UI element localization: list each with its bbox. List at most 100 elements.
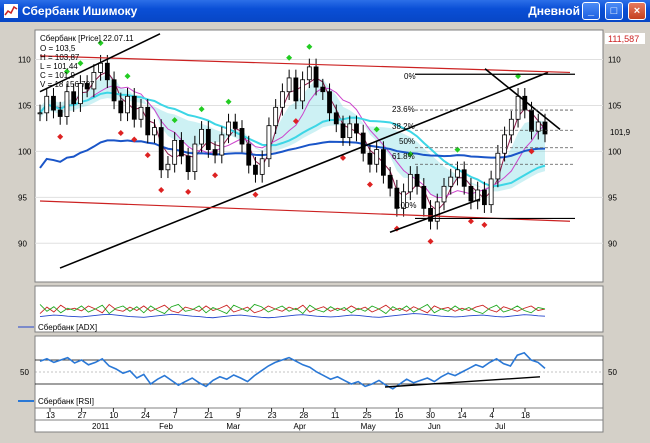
candle-body (313, 66, 319, 88)
legend-line-3: H = 103,87 (40, 53, 80, 62)
candle-body (145, 106, 151, 136)
candle-body (340, 123, 346, 139)
candle-body (226, 121, 231, 136)
adx-panel[interactable] (34, 285, 604, 333)
candle-body (192, 143, 198, 173)
month-label-0: 2011 (92, 422, 110, 431)
chart-app-icon (4, 4, 18, 18)
candle-body (219, 134, 225, 156)
fib-label-100: 100% (396, 201, 416, 210)
candle-body (178, 139, 184, 157)
date-tick-9: 11 (331, 411, 340, 420)
fib-label-23: 23.6% (392, 105, 415, 114)
candle-body (125, 95, 130, 114)
date-tick-10: 25 (363, 411, 372, 420)
month-label-2: Mar (226, 422, 240, 431)
candle-body (468, 185, 474, 202)
date-tick-12: 30 (426, 411, 435, 420)
maximize-button[interactable]: □ (605, 2, 623, 20)
candle-body (360, 132, 366, 154)
y-tick-left-1: 95 (18, 193, 27, 202)
month-label-3: Apr (294, 422, 307, 431)
candle-body (380, 149, 386, 176)
legend-line-2: O = 103,5 (40, 44, 76, 53)
candle-body (354, 123, 359, 134)
last-price-label: 111,587 (608, 34, 639, 44)
candle-body (286, 77, 292, 93)
date-tick-5: 21 (204, 411, 213, 420)
candle-body (44, 95, 50, 114)
minimize-button[interactable]: _ (582, 2, 600, 20)
candle-body (266, 125, 272, 160)
candle-body (64, 91, 70, 117)
candle-body (57, 109, 63, 117)
y-tick-right-0: 90 (608, 239, 617, 248)
date-tick-3: 24 (141, 411, 150, 420)
candle-body (71, 91, 77, 105)
candle-body (104, 62, 110, 81)
candle-body (320, 86, 326, 93)
candle-body (131, 95, 137, 120)
date-axis (34, 407, 604, 421)
date-tick-13: 14 (458, 411, 467, 420)
title-bar[interactable]: Сбербанк Ишимоку Дневной _ □ × (0, 0, 650, 22)
fib-label-0: 0% (404, 72, 416, 81)
candle-body (414, 173, 420, 187)
candle (158, 119, 164, 179)
date-tick-2: 10 (109, 411, 118, 420)
candle-body (441, 185, 447, 203)
date-tick-14: 4 (489, 411, 494, 420)
candle-body (448, 176, 454, 187)
legend-line-6: V = 18 156 707 (40, 80, 95, 89)
window-title: Сбербанк Ишимоку (22, 4, 138, 18)
y-tick-right-3: 105 (608, 101, 622, 110)
month-label-5: Jun (428, 422, 441, 431)
candle-body (37, 112, 43, 115)
candle-body (347, 123, 353, 139)
y-tick-left-4: 110 (18, 56, 31, 65)
fib-label-38: 38.2% (392, 122, 415, 131)
date-tick-6: 9 (236, 411, 241, 420)
candle-body (158, 127, 164, 171)
date-tick-8: 28 (299, 411, 308, 420)
date-tick-11: 16 (394, 411, 403, 420)
date-tick-0: 13 (46, 411, 55, 420)
close-price-label: 101,9 (610, 128, 631, 137)
rsi-tick-left-0: 50 (20, 368, 29, 377)
close-button[interactable]: × (628, 2, 646, 20)
month-axis (34, 419, 604, 433)
candle-body (387, 174, 393, 189)
legend-line-4: L = 101,44 (40, 62, 78, 71)
candle-body (428, 207, 433, 222)
candle-body (522, 95, 528, 111)
timeframe-label[interactable]: Дневной (528, 4, 580, 18)
candle-body (239, 128, 245, 145)
rsi-tick-right-0: 50 (608, 368, 617, 377)
candle-body (165, 163, 171, 171)
candle-body (185, 155, 191, 173)
candle-body (111, 79, 117, 102)
candle-body (293, 77, 299, 102)
candle-body (205, 128, 211, 150)
candle-body (495, 152, 501, 180)
fib-label-50: 50% (399, 137, 415, 146)
candle-body (374, 149, 380, 165)
candle-body (508, 118, 514, 136)
chart-window: Сбербанк Ишимоку Дневной _ □ × 90 90 95 95 1… (0, 0, 650, 443)
candle-body (542, 121, 548, 135)
y-tick-left-3: 105 (18, 101, 32, 110)
candle-body (212, 149, 218, 156)
candle-body (246, 143, 252, 166)
candle-body (407, 173, 413, 193)
candle-body (172, 139, 178, 165)
candle-body (535, 121, 541, 132)
legend-line-1: Сбербанк [Price] 22.07.11 (40, 34, 134, 43)
legend-line-5: C = 101,9 (40, 71, 75, 80)
candle-body (300, 79, 306, 102)
candle-body (333, 112, 339, 125)
candle-body (199, 128, 205, 145)
candle-body (327, 91, 332, 114)
chart-area[interactable]: 90 90 95 95 100 100 105 105 110 110 50 50 13 27 10 24… (0, 22, 650, 443)
candle-body (502, 134, 508, 154)
month-label-6: Jul (495, 422, 505, 431)
